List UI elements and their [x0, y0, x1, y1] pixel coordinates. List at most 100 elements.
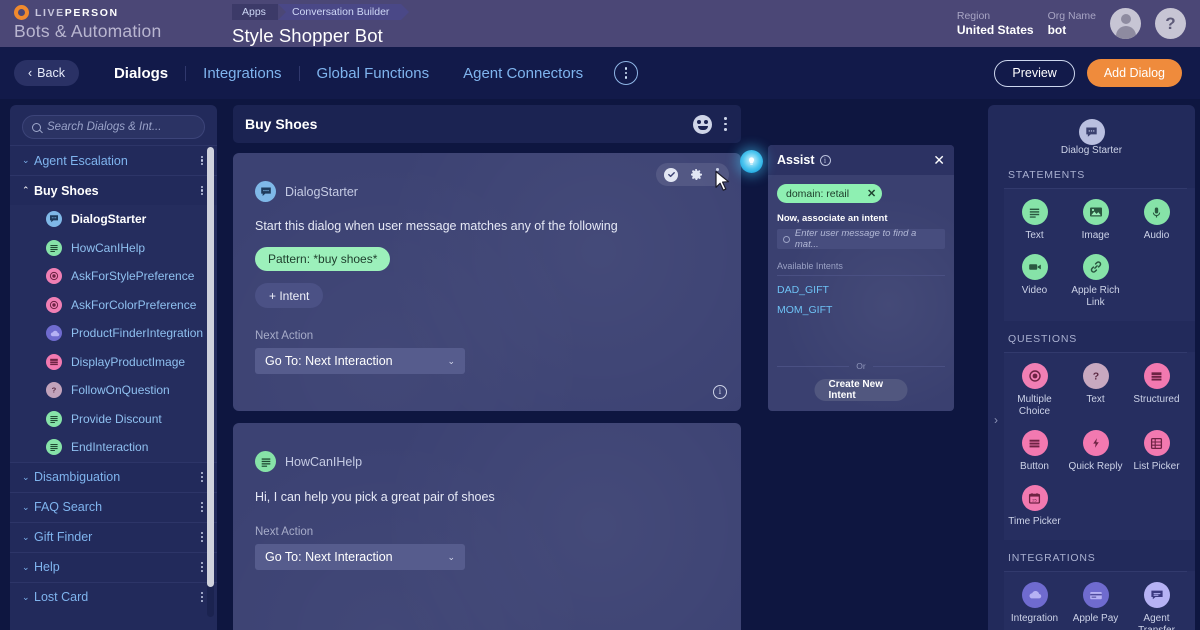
palette-section-integrations: INTEGRATIONS — [1008, 552, 1096, 564]
node-dialogstarter[interactable]: DialogStarter Start this dialog when use… — [233, 153, 741, 411]
palette-item-label: Apple Pay — [1072, 613, 1119, 624]
palette-item-multiple-choice[interactable]: Multiple Choice — [1004, 363, 1065, 418]
back-button[interactable]: ‹ Back — [14, 60, 79, 86]
preview-button[interactable]: Preview — [994, 59, 1075, 87]
palette-item-list-picker[interactable]: List Picker — [1126, 430, 1187, 473]
palette-item-apple-pay[interactable]: Apple Pay — [1065, 582, 1126, 630]
palette-item-label: Image — [1081, 230, 1110, 241]
intent-item-dad-gift[interactable]: DAD_GIFT — [777, 284, 945, 296]
sidebar-item-displayproductimage[interactable]: DisplayProductImage — [10, 348, 217, 377]
node-title: DialogStarter — [285, 184, 358, 199]
palette-item-structured[interactable]: Structured — [1126, 363, 1187, 418]
palette-item-apple-rich-link[interactable]: Apple Rich Link — [1065, 254, 1126, 309]
sidebar-group-label: FAQ Search — [34, 500, 103, 514]
sidebar-item-howcanihelp[interactable]: HowCanIHelp — [10, 234, 217, 263]
logo-wordmark: LIVEPERSON — [35, 6, 119, 19]
breadcrumb-item-conversation-builder[interactable]: Conversation Builder — [277, 4, 410, 20]
next-action-select[interactable]: Go To: Next Interaction ⌄ — [255, 348, 465, 374]
tab-integrations[interactable]: Integrations — [186, 65, 298, 82]
palette-item-agent-transfer[interactable]: Agent Transfer — [1126, 582, 1187, 630]
dialog-menu-icon[interactable] — [722, 115, 729, 132]
sidebar-scrollbar-thumb[interactable] — [207, 147, 214, 587]
pattern-chip[interactable]: Pattern: *buy shoes* — [255, 247, 391, 271]
node-menu-icon[interactable] — [714, 166, 721, 183]
sidebar-group-lost-card[interactable]: ⌄ Lost Card — [10, 581, 217, 612]
intent-item-mom-gift[interactable]: MOM_GIFT — [777, 304, 945, 316]
tab-global-functions[interactable]: Global Functions — [300, 65, 447, 82]
brand-block: LIVEPERSON Bots & Automation — [14, 5, 224, 42]
sidebar-item-dialogstarter[interactable]: DialogStarter — [10, 205, 217, 234]
sidebar-children: DialogStarter HowCanIHelp AskForStylePre… — [10, 205, 217, 462]
palette-item-text-question[interactable]: ? Text — [1065, 363, 1126, 418]
palette-collapse-icon[interactable]: › — [990, 412, 1002, 428]
assist-title: Assist — [777, 153, 815, 167]
region-value: United States — [956, 23, 1034, 37]
bot-face-icon[interactable] — [693, 114, 713, 134]
assist-toggle-button[interactable] — [740, 150, 763, 173]
palette-item-label: Multiple Choice — [1017, 394, 1052, 417]
sidebar-item-productfinderintegration[interactable]: ProductFinderIntegration — [10, 319, 217, 348]
sidebar-group-agent-escalation[interactable]: ⌄ Agent Escalation — [10, 145, 217, 175]
tab-agent-connectors[interactable]: Agent Connectors — [446, 65, 600, 82]
sidebar-item-followonquestion[interactable]: ? FollowOnQuestion — [10, 376, 217, 405]
search-input[interactable]: Search Dialogs & Int... — [22, 115, 205, 139]
palette-item-label: Agent Transfer — [1138, 613, 1175, 630]
sidebar-group-faq-search[interactable]: ⌄ FAQ Search — [10, 491, 217, 522]
palette-item-label: Video — [1021, 285, 1048, 296]
nav-overflow-menu-icon[interactable] — [614, 61, 639, 85]
group-menu-icon[interactable] — [197, 183, 207, 199]
sidebar-item-endinteraction[interactable]: EndInteraction — [10, 433, 217, 462]
palette-item-audio[interactable]: Audio — [1126, 199, 1187, 242]
sidebar-item-provide-discount[interactable]: Provide Discount — [10, 405, 217, 434]
sidebar-item-askforstylepreference[interactable]: AskForStylePreference — [10, 262, 217, 291]
info-icon[interactable]: i — [713, 385, 727, 399]
node-howcanihelp[interactable]: HowCanIHelp Hi, I can help you pick a gr… — [233, 423, 741, 630]
gear-icon[interactable] — [689, 168, 703, 182]
help-button[interactable]: ? — [1155, 8, 1186, 39]
palette-item-video[interactable]: Video — [1004, 254, 1065, 309]
node-body: Start this dialog when user message matc… — [233, 202, 741, 374]
group-menu-icon[interactable] — [197, 589, 207, 605]
sidebar-group-label: Help — [34, 560, 60, 574]
multiple-choice-icon — [46, 268, 62, 285]
palette-item-label: Integration — [1010, 613, 1059, 624]
sidebar-group-gift-finder[interactable]: ⌄ Gift Finder — [10, 521, 217, 552]
user-avatar-icon[interactable] — [1110, 8, 1141, 39]
sidebar-group-help[interactable]: ⌄ Help — [10, 551, 217, 582]
palette-item-integration[interactable]: Integration — [1004, 582, 1065, 630]
palette-item-label: Text — [1025, 230, 1044, 241]
chevron-left-icon: ‹ — [28, 66, 33, 80]
close-icon[interactable]: ✕ — [933, 153, 945, 167]
group-menu-icon[interactable] — [197, 559, 207, 575]
group-menu-icon[interactable] — [197, 153, 207, 169]
sidebar-group-buy-shoes[interactable]: ⌃ Buy Shoes — [10, 175, 217, 205]
back-label: Back — [37, 66, 65, 80]
domain-chip[interactable]: domain: retail ✕ — [777, 184, 883, 203]
palette-item-image[interactable]: Image — [1065, 199, 1126, 242]
palette-item-button[interactable]: Button — [1004, 430, 1065, 473]
palette-item-quick-reply[interactable]: Quick Reply — [1065, 430, 1126, 473]
tab-dialogs[interactable]: Dialogs — [97, 65, 185, 82]
next-action-label: Next Action — [255, 526, 314, 538]
palette-item-text-statement[interactable]: Text — [1004, 199, 1065, 242]
close-icon[interactable]: ✕ — [867, 187, 876, 200]
sidebar-scrollbar[interactable] — [207, 147, 214, 617]
breadcrumb-item-apps[interactable]: Apps — [232, 4, 286, 20]
palette-item-time-picker[interactable]: 25 Time Picker — [1004, 485, 1065, 528]
check-circle-icon[interactable] — [664, 167, 679, 182]
add-intent-button[interactable]: + Intent — [255, 283, 324, 308]
intent-search-input[interactable]: Enter user message to find a mat... — [777, 228, 945, 250]
add-dialog-button[interactable]: Add Dialog — [1086, 59, 1182, 87]
chevron-up-icon: ⌃ — [22, 185, 30, 195]
group-menu-icon[interactable] — [197, 529, 207, 545]
info-icon[interactable]: i — [819, 154, 831, 166]
nav-bar: ‹ Back Dialogs Integrations Global Funct… — [0, 47, 1200, 99]
create-new-intent-button[interactable]: Create New Intent — [814, 379, 908, 401]
palette-item-dialog-starter[interactable]: Dialog Starter — [1004, 105, 1179, 157]
sidebar-group-disambiguation[interactable]: ⌄ Disambiguation — [10, 461, 217, 492]
group-menu-icon[interactable] — [197, 469, 207, 485]
next-action-select[interactable]: Go To: Next Interaction ⌄ — [255, 544, 465, 570]
group-menu-icon[interactable] — [197, 499, 207, 515]
sidebar-item-askforcolorpreference[interactable]: AskForColorPreference — [10, 291, 217, 320]
video-camera-icon — [1021, 254, 1048, 280]
